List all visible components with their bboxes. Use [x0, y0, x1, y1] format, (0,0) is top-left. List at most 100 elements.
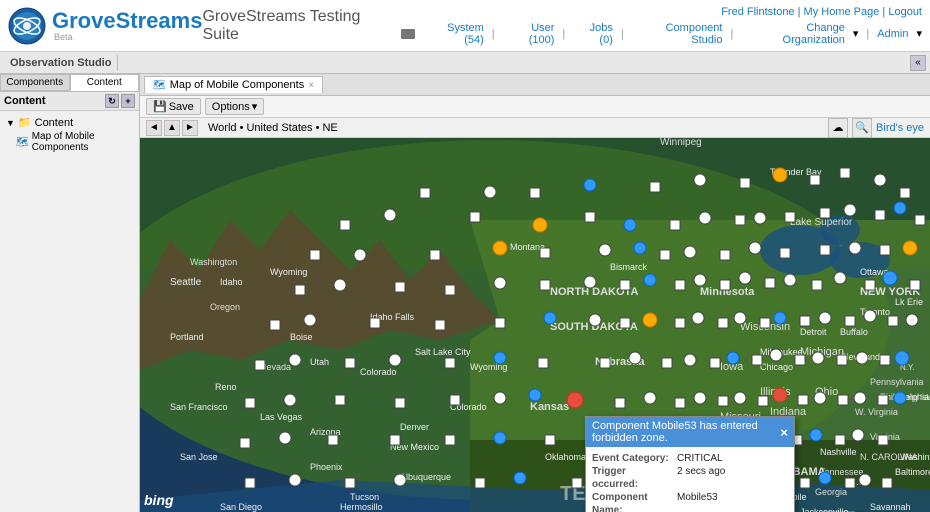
svg-text:Utah: Utah: [310, 357, 329, 367]
tab-close-button[interactable]: ×: [308, 80, 314, 91]
svg-text:Baltimore: Baltimore: [895, 467, 930, 477]
popup-trigger-row: Trigger 2 secs ago: [592, 466, 788, 477]
svg-text:Tucson: Tucson: [350, 492, 379, 502]
folder-icon: 📁: [18, 116, 32, 129]
map-tab-label: Map of Mobile Components: [170, 79, 305, 91]
tab-content[interactable]: Content: [70, 74, 140, 91]
map-path: World • United States • NE: [208, 122, 338, 134]
view-label[interactable]: Bird's eye: [876, 122, 924, 134]
nav-user[interactable]: User (100): [503, 22, 555, 46]
svg-text:San Francisco: San Francisco: [170, 402, 228, 412]
map-breadcrumb: ◄ ▲ ► World • United States • NE ☁ 🔍 Bir…: [140, 118, 930, 138]
tree-map-label: Map of Mobile Components: [32, 131, 133, 153]
svg-text:Savannah: Savannah: [870, 502, 911, 512]
top-nav: System (54) | User (100) | Jobs (0) | Co…: [401, 22, 922, 46]
svg-text:Bismarck: Bismarck: [610, 262, 648, 272]
component-value: Mobile53: [677, 492, 718, 503]
refresh-sidebar-button[interactable]: ↻: [105, 94, 119, 108]
svg-text:San Diego: San Diego: [220, 502, 262, 512]
sidebar-content-header: Content ↻ +: [0, 92, 139, 111]
popup-occurred-row: occurred:: [592, 479, 788, 490]
collapse-sidebar-button[interactable]: «: [910, 55, 926, 71]
svg-text:Albuquerque: Albuquerque: [400, 472, 451, 482]
event-category-label: Event Category:: [592, 453, 677, 464]
svg-text:Reno: Reno: [215, 382, 237, 392]
tree-item-label: Content: [35, 117, 74, 129]
map-tab-icon: 🗺: [153, 80, 166, 91]
svg-text:Hermosillo: Hermosillo: [340, 502, 383, 512]
svg-text:Chicago: Chicago: [760, 362, 793, 372]
nav-admin[interactable]: Admin: [877, 28, 908, 40]
my-home-page-link[interactable]: My Home Page: [804, 6, 880, 18]
email-icon: [401, 29, 415, 39]
svg-text:Idaho: Idaho: [220, 277, 243, 287]
popup-header: Component Mobile53 has entered forbidden…: [586, 417, 794, 447]
obs-studio-label: Observation Studio: [4, 55, 118, 71]
occurred-label: occurred:: [592, 479, 677, 490]
event-popup: Component Mobile53 has entered forbidden…: [585, 416, 795, 512]
user-name[interactable]: Fred Flintstone: [721, 6, 794, 18]
view-icon-2[interactable]: 🔍: [852, 118, 872, 138]
svg-text:Winnipeg: Winnipeg: [660, 138, 702, 148]
svg-text:Georgia: Georgia: [815, 487, 847, 497]
app-title: GroveStreams Testing Suite: [202, 8, 400, 44]
nav-left-button[interactable]: ◄: [146, 120, 162, 136]
options-button[interactable]: Options ▾: [205, 98, 264, 115]
popup-body: Event Category: CRITICAL Trigger 2 secs …: [586, 447, 794, 512]
popup-event-category-row: Event Category: CRITICAL: [592, 453, 788, 464]
content-area: 🗺 Map of Mobile Components × 💾 Save Opti…: [140, 74, 930, 512]
nav-change-org[interactable]: Change Organization: [741, 22, 845, 46]
trigger-label: Trigger: [592, 466, 677, 477]
nav-system[interactable]: System (54): [425, 22, 484, 46]
svg-text:Lake Superior: Lake Superior: [790, 217, 853, 228]
map-tab[interactable]: 🗺 Map of Mobile Components ×: [144, 76, 323, 93]
svg-text:Lk Erie: Lk Erie: [895, 297, 923, 307]
tab-components[interactable]: Components: [0, 74, 70, 91]
svg-text:Salt Lake City: Salt Lake City: [415, 347, 471, 357]
map-svg: Seattle Portland San Francisco San Jose …: [140, 138, 930, 512]
nav-component-studio[interactable]: Component Studio: [632, 22, 723, 46]
top-right: Fred Flintstone | My Home Page | Logout …: [401, 6, 922, 46]
tab-bar: 🗺 Map of Mobile Components ×: [140, 74, 930, 96]
content-header-label: Content: [4, 95, 46, 107]
app-header: GroveStreams Beta GroveStreams Testing S…: [0, 0, 930, 52]
bing-logo: bing: [144, 492, 174, 508]
svg-text:Nashville: Nashville: [820, 447, 857, 457]
view-icon-1[interactable]: ☁: [828, 118, 848, 138]
svg-text:Las Vegas: Las Vegas: [260, 412, 303, 422]
popup-close-button[interactable]: ×: [780, 425, 788, 440]
chevron-down-icon: ▾: [853, 27, 859, 40]
component-label: Component: [592, 492, 677, 503]
svg-text:Buffalo: Buffalo: [840, 327, 868, 337]
svg-text:Boise: Boise: [290, 332, 313, 342]
svg-text:Pennsylvania: Pennsylvania: [870, 377, 924, 387]
svg-text:Washington: Washington: [190, 257, 237, 267]
tree-item-content[interactable]: ▼ 📁 Content: [4, 115, 135, 130]
tree-item-map[interactable]: 🗺 Map of Mobile Components: [4, 130, 135, 154]
trigger-value: 2 secs ago: [677, 466, 725, 477]
save-icon: 💾: [153, 100, 167, 113]
sidebar-tabs: Components Content: [0, 74, 139, 92]
map-icon: 🗺: [16, 137, 29, 148]
map-view-selector: ☁ 🔍 Bird's eye: [828, 118, 924, 138]
svg-text:Detroit: Detroit: [800, 327, 827, 337]
nav-jobs[interactable]: Jobs (0): [573, 22, 613, 46]
svg-text:Seattle: Seattle: [170, 277, 202, 288]
popup-name-row: Name:: [592, 505, 788, 512]
popup-header-text: Component Mobile53 has entered forbidden…: [592, 420, 780, 444]
main-area: Components Content Content ↻ + ▼ 📁 Conte…: [0, 74, 930, 512]
sidebar: Components Content Content ↻ + ▼ 📁 Conte…: [0, 74, 140, 512]
nav-right-button[interactable]: ►: [182, 120, 198, 136]
logo-beta: Beta: [54, 32, 202, 42]
add-sidebar-button[interactable]: +: [121, 94, 135, 108]
svg-text:Kansas: Kansas: [530, 401, 569, 413]
save-button[interactable]: 💾 Save: [146, 98, 201, 115]
svg-text:Wyoming: Wyoming: [270, 267, 307, 277]
map-container[interactable]: Seattle Portland San Francisco San Jose …: [140, 138, 930, 512]
logo-text: GroveStreams: [52, 10, 202, 32]
nav-up-button[interactable]: ▲: [164, 120, 180, 136]
logout-link[interactable]: Logout: [888, 6, 922, 18]
svg-text:Jacksonville: Jacksonville: [800, 507, 849, 512]
top-user-links: Fred Flintstone | My Home Page | Logout: [401, 6, 922, 18]
svg-text:N. CAROLINA: N. CAROLINA: [860, 452, 918, 462]
